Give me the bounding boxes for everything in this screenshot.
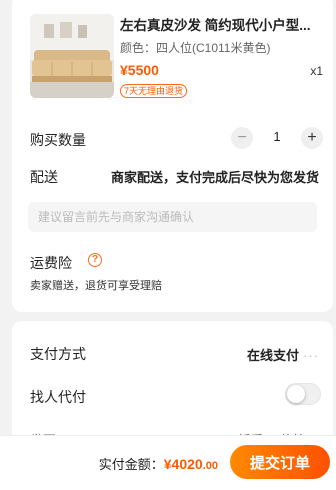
pay-for-me-toggle[interactable] <box>285 383 321 405</box>
product-spec: 颜色：四人位(C1011米黄色) <box>120 41 271 55</box>
decrease-button[interactable]: − <box>231 127 253 149</box>
total-amount-cents: .00 <box>202 460 218 472</box>
pay-for-me-label: 找人代付 <box>30 389 86 405</box>
delivery-label: 配送 <box>30 169 58 185</box>
total-amount-value: ¥4020 <box>163 456 203 472</box>
total-amount: 实付金额：¥4020.00 <box>99 454 218 473</box>
return-policy-badge: 7天无理由退货 <box>120 84 188 98</box>
more-icon[interactable]: ··· <box>303 348 319 363</box>
delivery-value: 商家配送，支付完成后尽快为您发货 <box>110 170 319 185</box>
payment-method-label: 支付方式 <box>30 346 86 362</box>
payment-method-value: 在线支付 <box>246 348 299 363</box>
quantity-value[interactable]: 1 <box>261 129 293 144</box>
product-image[interactable] <box>30 14 114 98</box>
increase-button[interactable]: + <box>301 127 323 149</box>
order-confirm-page: 左右真皮沙发 简约现代小户型... 颜色：四人位(C1011米黄色) ¥5500… <box>0 0 336 490</box>
toggle-knob <box>287 385 305 403</box>
total-label: 实付金额： <box>98 457 164 472</box>
payment-method-row[interactable]: 在线支付 ··· <box>247 345 319 364</box>
order-card: 左右真皮沙发 简约现代小户型... 颜色：四人位(C1011米黄色) ¥5500… <box>12 0 333 312</box>
shipping-insurance-desc: 卖家赠送，退货可享受理赔 <box>30 280 162 292</box>
quantity-label: 购买数量 <box>30 132 86 148</box>
product-price: ¥5500 <box>120 62 159 78</box>
help-icon[interactable]: ? <box>88 253 102 267</box>
submit-order-button[interactable]: 提交订单 <box>230 445 330 479</box>
quantity-stepper: − 1 + <box>231 127 323 151</box>
product-title[interactable]: 左右真皮沙发 简约现代小户型... <box>120 14 322 34</box>
product-quantity: x1 <box>310 64 323 78</box>
bottom-bar: 实付金额：¥4020.00 提交订单 <box>0 435 336 490</box>
message-input[interactable] <box>28 202 317 232</box>
shipping-insurance-label: 运费险 <box>30 255 72 271</box>
